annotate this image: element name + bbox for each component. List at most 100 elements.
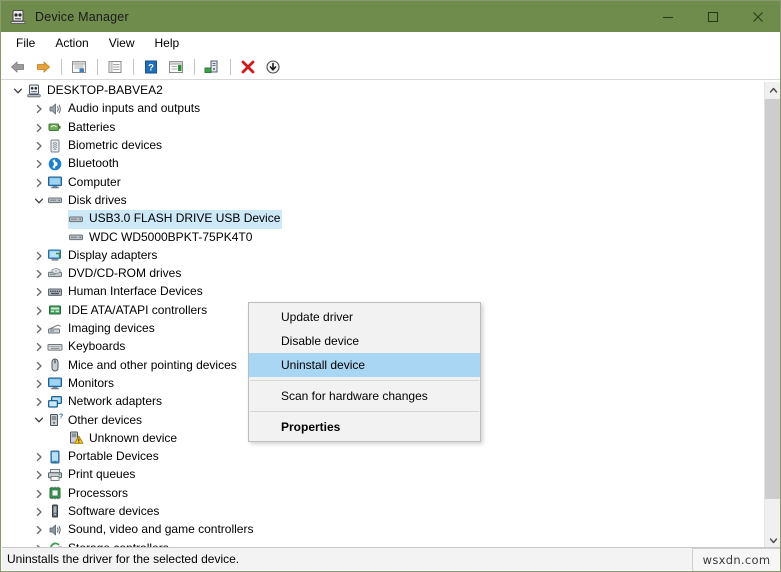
context-menu-item[interactable]: Properties — [249, 415, 480, 439]
toolbar: ? — [1, 54, 780, 80]
chevron-right-icon[interactable] — [31, 486, 47, 502]
context-menu[interactable]: Update driver Disable device Uninstall dev… — [248, 302, 481, 442]
tree-item-content[interactable]: Network adapters — [47, 393, 164, 412]
chevron-right-icon[interactable] — [31, 138, 47, 154]
tree-item-content[interactable]: Sound, video and game controllers — [47, 521, 255, 540]
menu-item-view[interactable]: View — [99, 34, 145, 52]
help-icon[interactable]: ? — [139, 56, 163, 78]
context-menu-item[interactable]: Disable device — [249, 329, 480, 353]
chevron-right-icon[interactable] — [31, 321, 47, 337]
tree-item[interactable]: Human Interface Devices — [2, 283, 757, 301]
scrollbar-thumb[interactable] — [765, 99, 780, 499]
tree-item-content[interactable]: Biometric devices — [47, 137, 164, 156]
tree-item-content[interactable]: IDE ATA/ATAPI controllers — [47, 301, 209, 320]
forward-icon[interactable] — [31, 56, 55, 78]
tree-item-content[interactable]: Computer — [47, 173, 123, 192]
context-menu-item[interactable]: Update driver — [249, 305, 480, 329]
tree-item[interactable]: USB3.0 FLASH DRIVE USB Device — [2, 209, 757, 229]
title-bar: Device Manager — [1, 1, 780, 32]
tree-item[interactable]: Computer — [2, 173, 757, 191]
show-hide-console-tree-icon[interactable] — [67, 56, 91, 78]
tree-item-content[interactable]: Human Interface Devices — [47, 283, 205, 302]
context-menu-item[interactable]: Uninstall device — [249, 353, 480, 377]
chevron-right-icon[interactable] — [31, 266, 47, 282]
tree-item-content[interactable]: Imaging devices — [47, 320, 157, 339]
back-icon[interactable] — [6, 56, 30, 78]
chevron-right-icon[interactable] — [31, 156, 47, 172]
tree-item-content[interactable]: ? Other devices — [47, 411, 144, 430]
tree-item[interactable]: DESKTOP-BABVEA2 — [2, 82, 757, 100]
tree-item-content[interactable]: Disk drives — [47, 191, 129, 210]
chevron-down-icon[interactable] — [31, 193, 47, 209]
chevron-down-icon[interactable] — [31, 412, 47, 428]
tree-item-content[interactable]: Processors — [47, 484, 130, 503]
menu-item-file[interactable]: File — [6, 34, 45, 52]
tree-item[interactable]: Sound, video and game controllers — [2, 521, 757, 539]
tree-item-content[interactable]: DVD/CD-ROM drives — [47, 265, 183, 284]
chevron-right-icon[interactable] — [31, 248, 47, 264]
tree-item[interactable]: Audio inputs and outputs — [2, 100, 757, 118]
tree-item[interactable]: Batteries — [2, 119, 757, 137]
tree-item[interactable]: WDC WD5000BPKT-75PK4T0 — [2, 228, 757, 246]
chevron-right-icon[interactable] — [31, 175, 47, 191]
scroll-up-arrow-icon[interactable] — [765, 82, 780, 99]
tree-item-content[interactable]: Display adapters — [47, 246, 159, 265]
processor-icon — [47, 485, 63, 501]
menu-bar: File Action View Help — [1, 32, 780, 54]
close-button[interactable] — [735, 1, 780, 32]
tree-item[interactable]: DVD/CD-ROM drives — [2, 265, 757, 283]
tree-item[interactable]: Display adapters — [2, 247, 757, 265]
tree-item-content[interactable]: Bluetooth — [47, 155, 121, 174]
tree-item-content[interactable]: Mice and other pointing devices — [47, 356, 239, 375]
menu-item-action[interactable]: Action — [45, 34, 98, 52]
bluetooth-icon — [47, 156, 63, 172]
other-devices-icon: ? — [47, 412, 63, 428]
tree-item[interactable]: Bluetooth — [2, 155, 757, 173]
toolbar-separator — [194, 58, 195, 75]
tree-item-content[interactable]: Software devices — [47, 502, 161, 521]
chevron-right-icon[interactable] — [31, 303, 47, 319]
tree-item-content[interactable]: Audio inputs and outputs — [47, 100, 202, 119]
tree-item-label: Batteries — [68, 119, 116, 134]
vertical-scrollbar[interactable] — [764, 82, 780, 549]
tree-item-content[interactable]: Unknown device — [68, 429, 179, 448]
chevron-right-icon[interactable] — [31, 339, 47, 355]
tree-item[interactable]: Print queues — [2, 466, 757, 484]
chevron-right-icon[interactable] — [31, 522, 47, 538]
tree-item-content[interactable]: DESKTOP-BABVEA2 — [26, 82, 165, 101]
menu-item-help[interactable]: Help — [145, 34, 190, 52]
chevron-right-icon[interactable] — [31, 504, 47, 520]
tree-item-label: DESKTOP-BABVEA2 — [47, 83, 163, 98]
tree-item[interactable]: Disk drives — [2, 192, 757, 210]
chevron-right-icon[interactable] — [31, 394, 47, 410]
tree-item-content[interactable]: USB3.0 FLASH DRIVE USB Device — [68, 209, 283, 229]
tree-item-content[interactable]: Monitors — [47, 374, 116, 393]
properties-icon[interactable] — [103, 56, 127, 78]
minimize-button[interactable] — [645, 1, 690, 32]
tree-item[interactable]: Processors — [2, 485, 757, 503]
tree-item[interactable]: Portable Devices — [2, 448, 757, 466]
update-driver-software-icon[interactable] — [261, 56, 285, 78]
tree-item-content[interactable]: Print queues — [47, 466, 137, 485]
chevron-right-icon[interactable] — [31, 120, 47, 136]
scan-for-hardware-changes-icon[interactable] — [200, 56, 224, 78]
show-hide-action-pane-icon[interactable] — [164, 56, 188, 78]
chevron-down-icon[interactable] — [10, 83, 26, 99]
tree-item-content[interactable]: Keyboards — [47, 338, 127, 357]
window-controls — [645, 1, 780, 32]
tree-item[interactable]: Software devices — [2, 503, 757, 521]
tree-item-content[interactable]: WDC WD5000BPKT-75PK4T0 — [68, 228, 254, 247]
tree-item-content[interactable]: Portable Devices — [47, 448, 161, 467]
maximize-button[interactable] — [690, 1, 735, 32]
chevron-right-icon[interactable] — [31, 467, 47, 483]
chevron-right-icon[interactable] — [31, 284, 47, 300]
uninstall-device-icon[interactable] — [236, 56, 260, 78]
tree-item-content[interactable]: Batteries — [47, 118, 117, 137]
context-menu-item[interactable]: Scan for hardware changes — [249, 384, 480, 408]
chevron-right-icon[interactable] — [31, 101, 47, 117]
chevron-right-icon[interactable] — [31, 358, 47, 374]
chevron-right-icon[interactable] — [31, 376, 47, 392]
tree-item[interactable]: Biometric devices — [2, 137, 757, 155]
chevron-right-icon[interactable] — [31, 449, 47, 465]
